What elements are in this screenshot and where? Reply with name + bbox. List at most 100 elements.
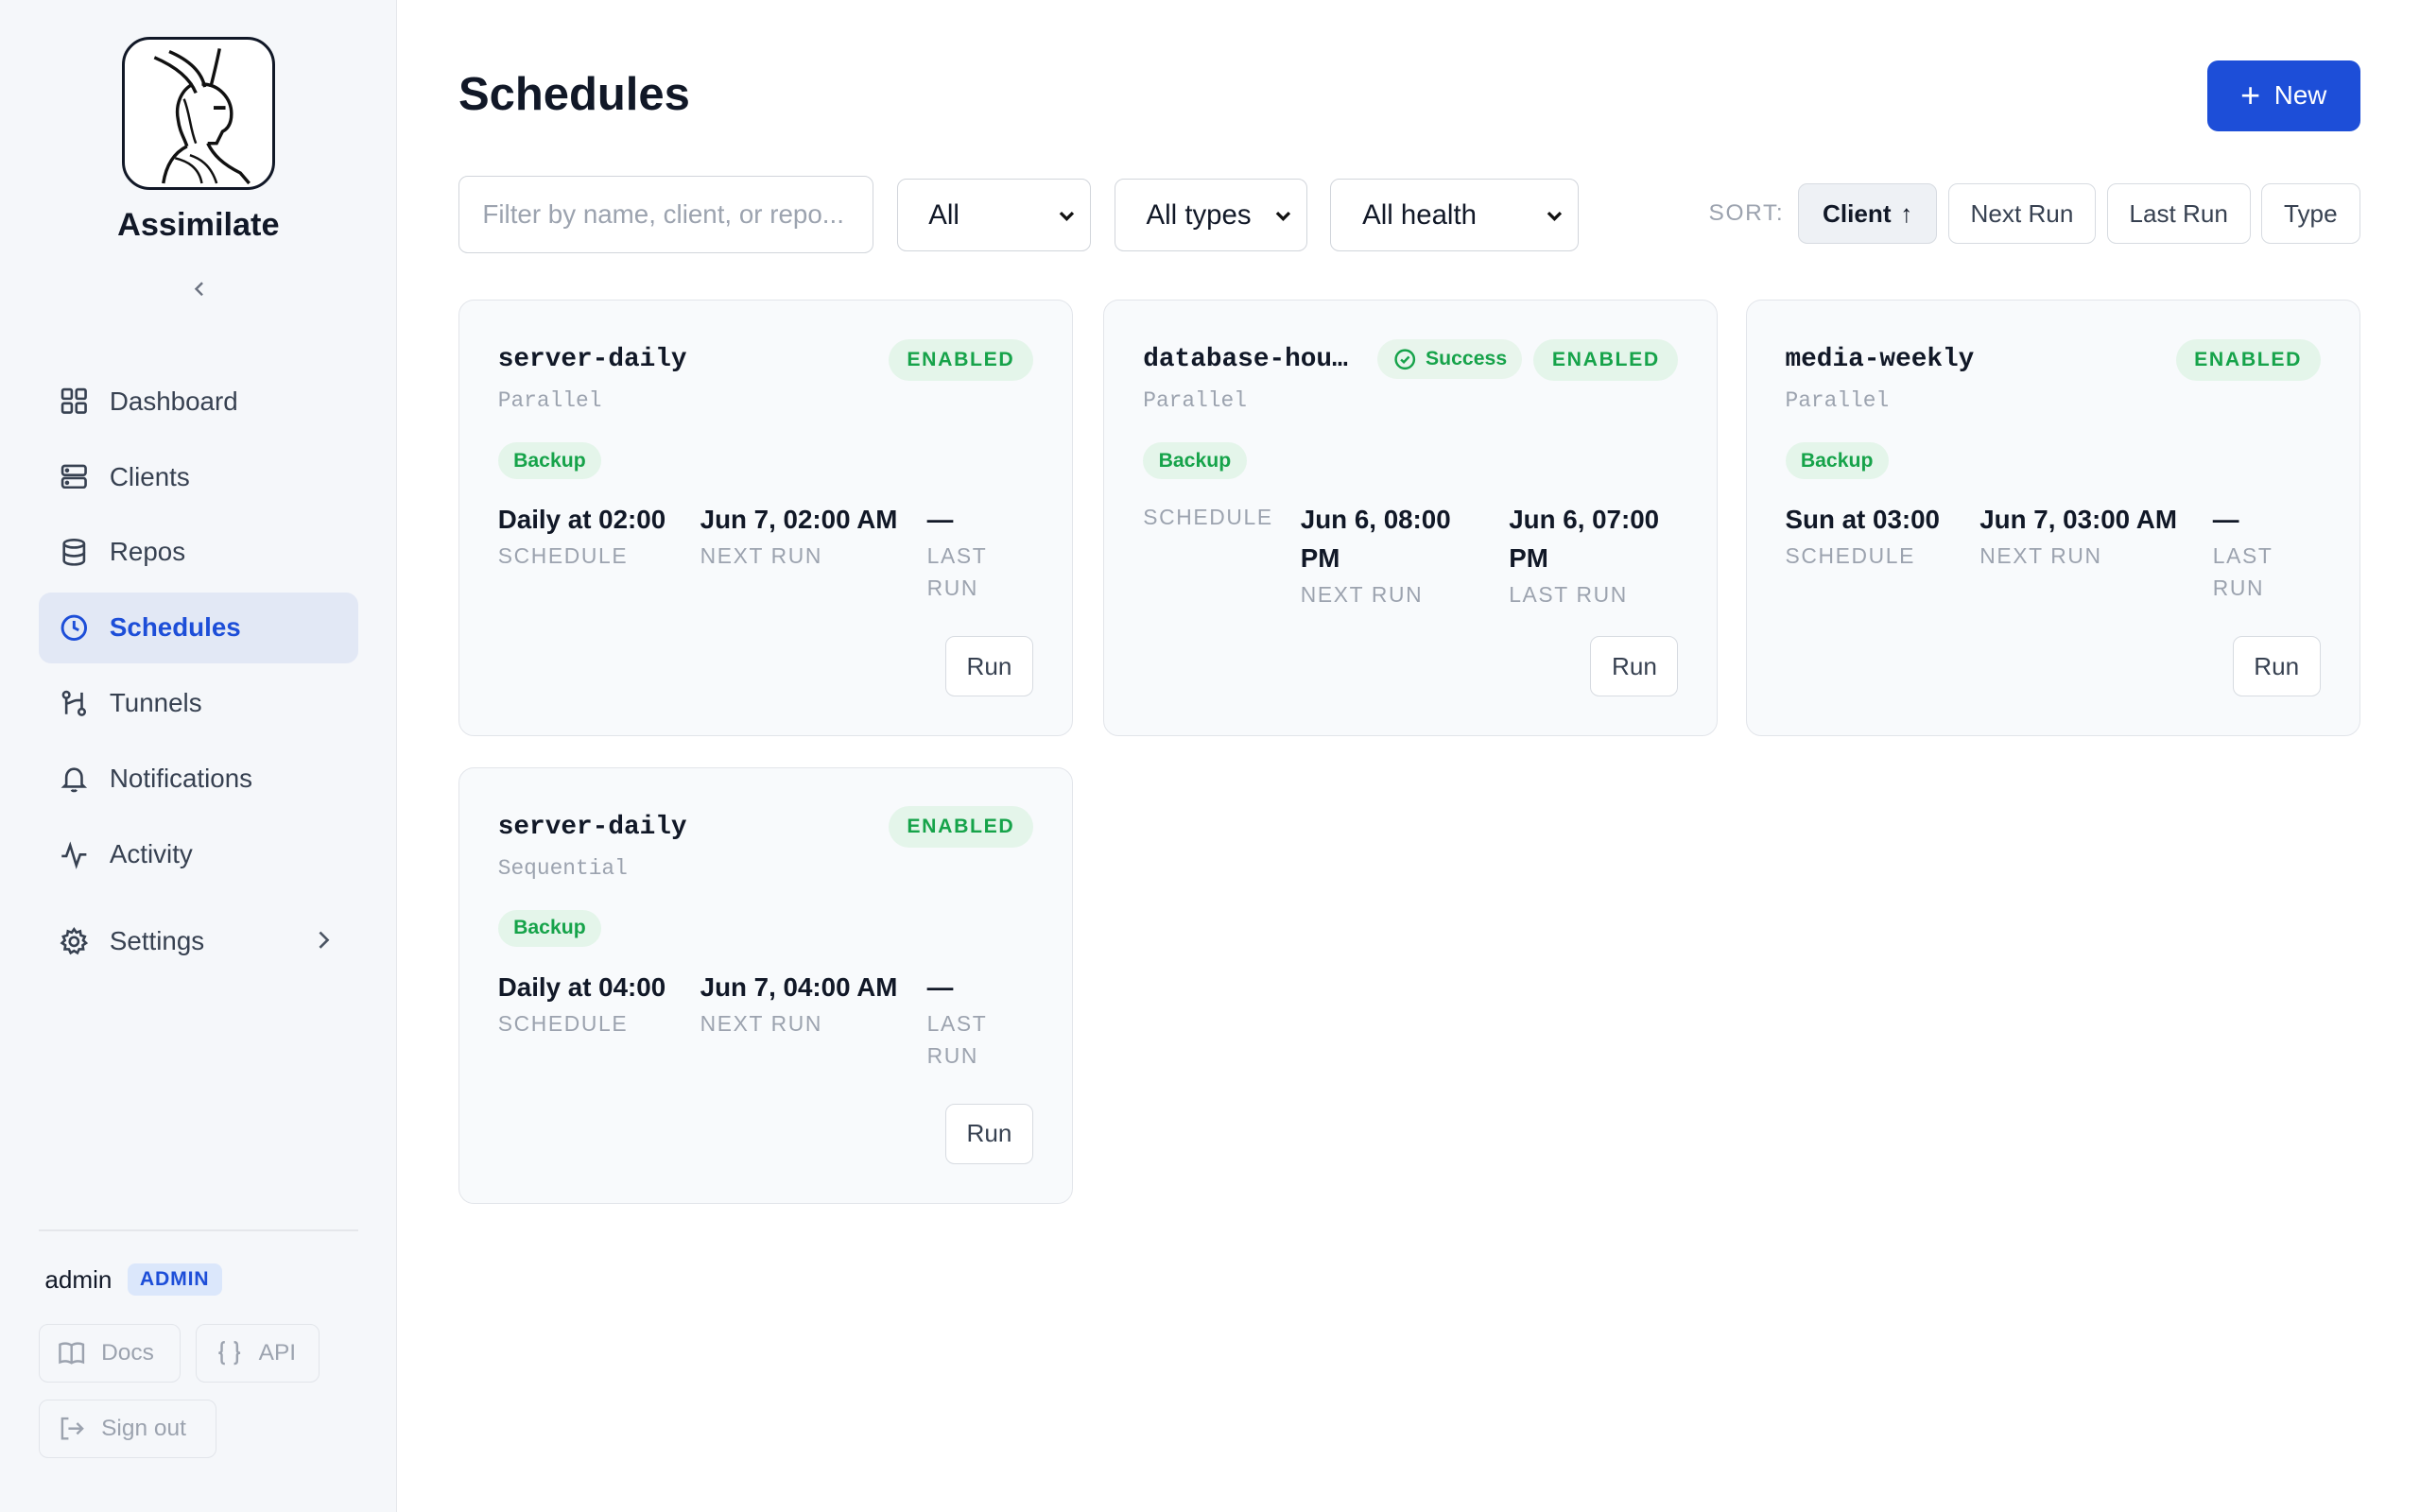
chevron-down-icon (1275, 211, 1291, 221)
gear-icon (60, 926, 89, 954)
database-icon (62, 539, 86, 566)
chevron-down-icon (1060, 211, 1075, 221)
schedule-mode: Parallel (1785, 387, 1890, 413)
arrow-up-icon: ↑ (1900, 198, 1913, 228)
health-label: Success (1426, 347, 1508, 369)
sort-type-button[interactable]: Type (2261, 183, 2360, 244)
schedule-mode: Parallel (497, 387, 602, 413)
schedule-label: SCHEDULE (497, 542, 629, 568)
sort-label: SORT: (1708, 200, 1785, 227)
clock-icon (60, 614, 88, 642)
next-run-column: Jun 6, 08:00 PM NEXT RUN (1301, 501, 1486, 610)
last-run-label: LAST RUN (2212, 542, 2273, 601)
schedule-value: Daily at 04:00 (497, 971, 666, 1002)
run-button[interactable]: Run (944, 636, 1033, 697)
log-out-icon (61, 1418, 85, 1440)
last-run-column: — LAST RUN (927, 501, 1020, 604)
sidebar-item-label: Clients (109, 461, 190, 491)
username: admin (44, 1264, 112, 1294)
api-label: API (258, 1339, 297, 1366)
run-button[interactable]: Run (944, 1104, 1033, 1164)
schedule-value: Sun at 03:00 (1785, 505, 1940, 534)
last-run-column: — LAST RUN (2213, 501, 2306, 604)
status-filter-value: All (928, 198, 959, 231)
type-badge: Backup (1143, 441, 1247, 480)
page-title: Schedules (458, 68, 690, 120)
status-badge: ENABLED (888, 338, 1033, 381)
server-icon (60, 464, 87, 490)
schedule-label: SCHEDULE (1143, 505, 1273, 529)
schedule-card[interactable]: media-weekly Parallel ENABLED Backup Sun… (1745, 299, 2360, 736)
health-filter-value: All health (1362, 198, 1477, 231)
run-button[interactable]: Run (2232, 636, 2321, 697)
schedule-name: server-daily (497, 345, 687, 375)
api-button[interactable]: API (196, 1323, 320, 1383)
schedule-mode: Sequential (497, 855, 628, 881)
type-badge: Backup (497, 441, 602, 480)
schedule-label: SCHEDULE (497, 1010, 629, 1036)
sort-client-button[interactable]: Client ↑ (1798, 183, 1938, 244)
status-badge: ENABLED (2175, 338, 2321, 381)
next-run-value: Jun 6, 08:00 PM (1300, 505, 1451, 573)
next-run-value: Jun 7, 04:00 AM (700, 971, 898, 1002)
next-run-value: Jun 7, 02:00 AM (700, 505, 898, 534)
schedule-label: SCHEDULE (1785, 542, 1915, 568)
run-button[interactable]: Run (1590, 636, 1679, 697)
schedule-value: Daily at 02:00 (497, 505, 666, 534)
sidebar-item-label: Dashboard (109, 386, 238, 416)
sidebar-item-label: Settings (109, 925, 205, 955)
new-schedule-button[interactable]: + New (2206, 60, 2360, 131)
sidebar-item-notifications[interactable]: Notifications (39, 744, 358, 815)
sidebar-item-clients[interactable]: Clients (39, 441, 358, 512)
last-run-column: — LAST RUN (927, 969, 1020, 1072)
plus-icon: + (2240, 76, 2261, 115)
next-run-label: NEXT RUN (700, 542, 823, 568)
last-run-label: LAST RUN (926, 542, 987, 601)
last-run-label: LAST RUN (926, 1010, 987, 1068)
docs-button[interactable]: Docs (38, 1323, 182, 1383)
health-filter-select[interactable]: All health (1330, 179, 1580, 252)
type-filter-value: All types (1146, 198, 1252, 231)
current-user: admin ADMIN (44, 1263, 222, 1297)
role-badge: ADMIN (127, 1263, 222, 1297)
sign-out-label: Sign out (101, 1415, 186, 1441)
sidebar-item-activity[interactable]: Activity (39, 819, 358, 890)
sidebar-item-label: Schedules (109, 612, 241, 643)
new-label: New (2273, 80, 2327, 111)
next-run-label: NEXT RUN (700, 1010, 823, 1036)
sort-next-run-button[interactable]: Next Run (1947, 183, 2097, 244)
collapse-sidebar-button[interactable] (182, 271, 216, 305)
type-filter-select[interactable]: All types (1114, 179, 1307, 252)
schedule-card[interactable]: server-daily Sequential ENABLED Backup D… (458, 766, 1073, 1204)
sign-out-button[interactable]: Sign out (38, 1399, 216, 1458)
schedule-card[interactable]: server-daily Parallel ENABLED Backup Dai… (458, 299, 1073, 736)
filter-input[interactable] (458, 176, 874, 253)
grid-icon (60, 387, 87, 415)
sidebar-item-repos[interactable]: Repos (39, 517, 358, 588)
chevron-down-icon (1547, 211, 1563, 221)
docs-label: Docs (101, 1339, 154, 1366)
status-badge: ENABLED (1533, 338, 1679, 381)
health-badge: Success (1377, 338, 1523, 379)
book-icon (59, 1342, 85, 1365)
last-run-column: Jun 6, 07:00 PM LAST RUN (1509, 501, 1694, 610)
sort-option-label: Type (2283, 198, 2338, 228)
sidebar-item-tunnels[interactable]: Tunnels (39, 668, 358, 739)
sidebar-item-dashboard[interactable]: Dashboard (39, 366, 358, 437)
next-run-column: Jun 7, 03:00 AM NEXT RUN (1979, 501, 2180, 572)
status-filter-select[interactable]: All (896, 179, 1092, 252)
schedule-name: database-hou… (1143, 345, 1348, 375)
sidebar-item-schedules[interactable]: Schedules (38, 592, 358, 664)
sort-last-run-button[interactable]: Last Run (2106, 183, 2251, 244)
schedule-column: Sun at 03:00 SCHEDULE (1786, 501, 1956, 572)
brand-logo-icon (121, 37, 275, 190)
type-badge: Backup (1785, 441, 1889, 480)
schedule-column: SCHEDULE (1143, 501, 1282, 533)
last-run-label: LAST RUN (1509, 581, 1628, 607)
schedule-card[interactable]: database-hou… Parallel Success ENABLED B… (1103, 299, 1719, 736)
last-run-value: — (926, 971, 954, 1002)
sidebar-item-label: Tunnels (109, 688, 202, 718)
last-run-value: — (926, 505, 954, 534)
next-run-label: NEXT RUN (1979, 542, 2102, 568)
sidebar-item-settings[interactable]: Settings (39, 905, 358, 976)
